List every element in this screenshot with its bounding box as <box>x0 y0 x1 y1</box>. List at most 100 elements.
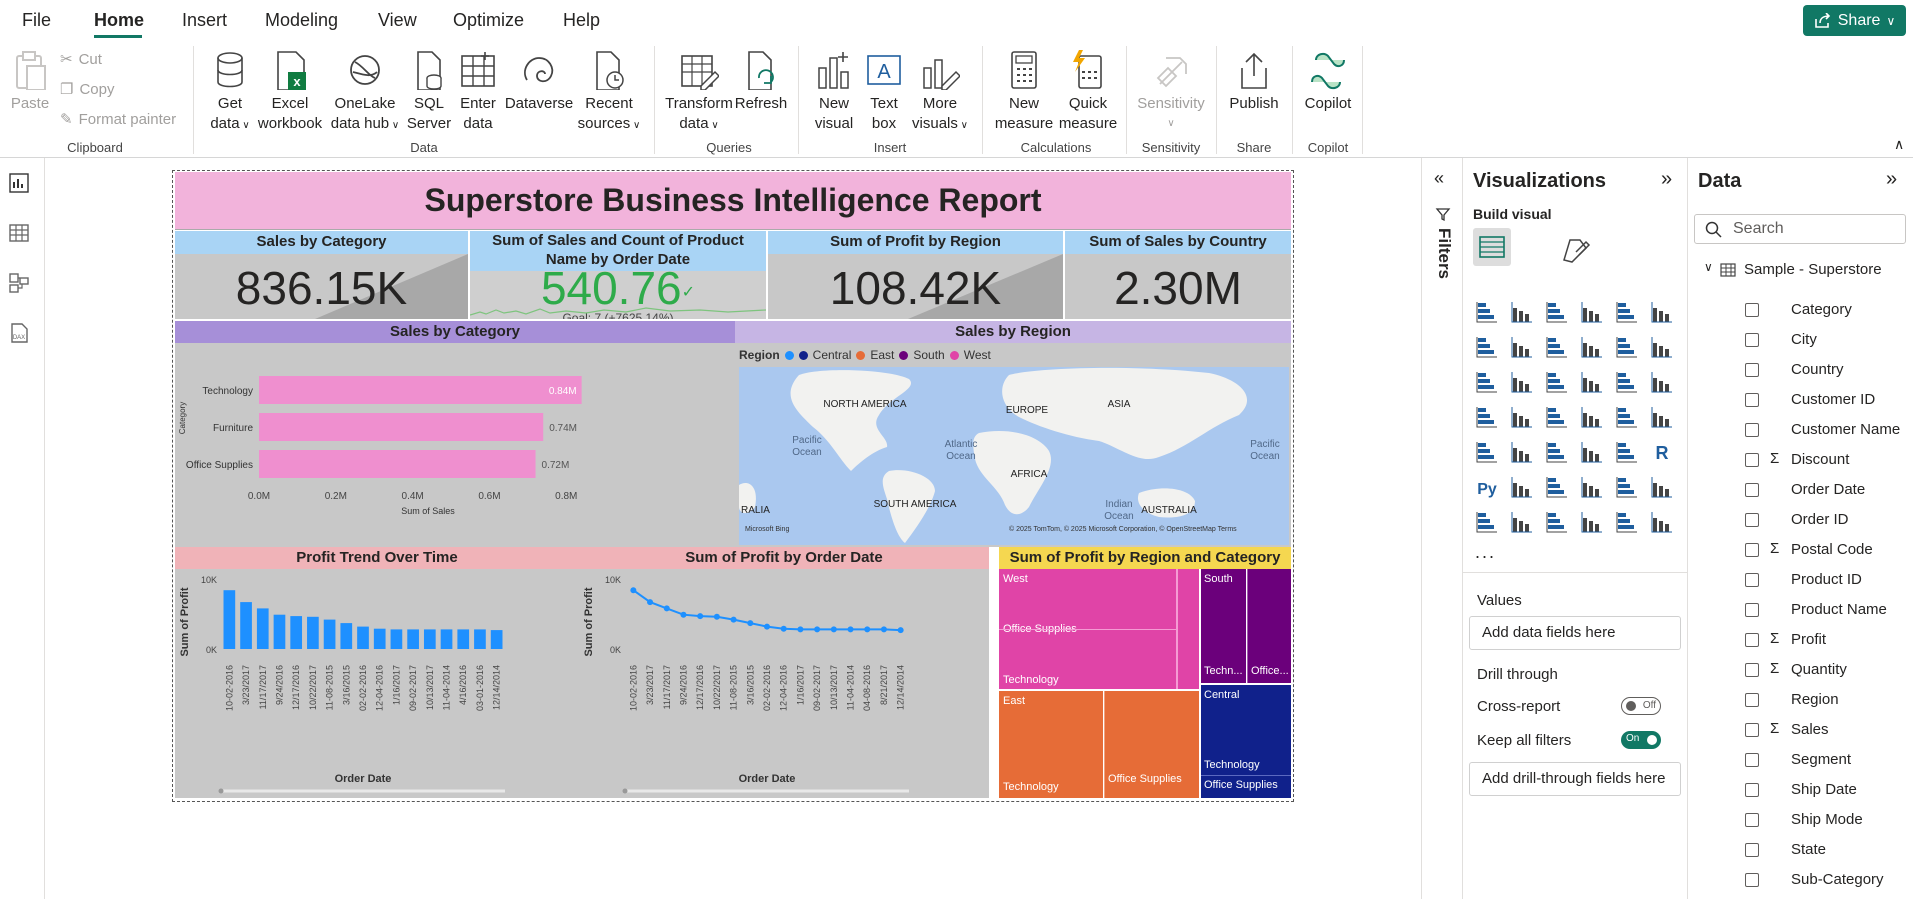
profit-point[interactable] <box>797 626 804 633</box>
100-column-icon[interactable] <box>1650 300 1674 324</box>
profit-bar[interactable] <box>340 623 353 649</box>
transform-data-button[interactable]: Transform data ∨ <box>664 50 734 136</box>
kpi-card-profit-by-region[interactable]: Sum of Profit by Region 108.42K <box>768 231 1063 319</box>
field-state[interactable]: State <box>1688 836 1913 866</box>
more-visuals-ellipsis[interactable]: ... <box>1475 542 1496 563</box>
field-category[interactable]: Category <box>1688 296 1913 326</box>
profit-point[interactable] <box>747 620 754 627</box>
stacked-bar-icon[interactable] <box>1475 300 1499 324</box>
field-checkbox[interactable] <box>1745 753 1759 767</box>
menu-file[interactable]: File <box>22 10 51 31</box>
profit-point[interactable] <box>880 626 887 633</box>
field-checkbox[interactable] <box>1745 813 1759 827</box>
report-view-icon[interactable] <box>8 172 30 194</box>
field-profit[interactable]: Σ Profit <box>1688 626 1913 656</box>
funnel-icon[interactable] <box>1545 370 1569 394</box>
build-visual-tab[interactable] <box>1473 228 1511 266</box>
profit-bar[interactable] <box>256 608 269 649</box>
scatter-icon[interactable] <box>1580 370 1604 394</box>
copy-button[interactable]: ❐ Copy <box>60 80 114 99</box>
dax-query-view-icon[interactable]: DAX <box>8 322 30 344</box>
waterfall-icon[interactable] <box>1510 370 1534 394</box>
profit-bar[interactable] <box>290 616 303 649</box>
treemap-icon[interactable] <box>1475 405 1499 429</box>
values-well[interactable]: Add data fields here <box>1469 616 1681 650</box>
field-checkbox[interactable] <box>1745 453 1759 467</box>
field-checkbox[interactable] <box>1745 483 1759 497</box>
menu-modeling[interactable]: Modeling <box>265 10 338 31</box>
treemap-tile-south[interactable]: South Techn... <box>1201 569 1246 683</box>
treemap-tile-west-furniture[interactable] <box>1177 569 1199 689</box>
field-checkbox[interactable] <box>1745 633 1759 647</box>
treemap-tile-central[interactable]: Central Technology Office Supplies <box>1201 685 1291 798</box>
profit-bar[interactable] <box>323 619 336 649</box>
more-visuals-button[interactable]: More visuals ∨ <box>908 50 972 136</box>
menu-help[interactable]: Help <box>563 10 600 31</box>
field-product-name[interactable]: Product Name <box>1688 596 1913 626</box>
dataverse-button[interactable]: Dataverse <box>502 50 576 114</box>
ribbon-chart-icon[interactable] <box>1475 370 1499 394</box>
clustered-bar-icon[interactable] <box>1545 300 1569 324</box>
field-checkbox[interactable] <box>1745 393 1759 407</box>
power-automate-icon[interactable] <box>1545 510 1569 534</box>
treemap-tile-east-office[interactable]: Office Supplies <box>1104 691 1199 798</box>
decomposition-tree-icon[interactable] <box>1545 475 1569 499</box>
field-checkbox[interactable] <box>1745 333 1759 347</box>
kpi-card-sales-by-country[interactable]: Sum of Sales by Country 2.30M <box>1065 231 1291 319</box>
search-input[interactable]: Search <box>1733 220 1784 238</box>
field-checkbox[interactable] <box>1745 843 1759 857</box>
sensitivity-button[interactable]: Sensitivity ∨ <box>1130 50 1212 134</box>
text-box-button[interactable]: A Text box <box>860 50 908 134</box>
profit-bar[interactable] <box>373 628 386 649</box>
profit-bar[interactable] <box>407 629 419 649</box>
field-checkbox[interactable] <box>1745 303 1759 317</box>
field-discount[interactable]: Σ Discount <box>1688 446 1913 476</box>
field-checkbox[interactable] <box>1745 513 1759 527</box>
r-visual-icon[interactable]: R <box>1650 440 1674 464</box>
goals-icon[interactable] <box>1650 475 1674 499</box>
key-influencers-icon[interactable] <box>1510 475 1534 499</box>
cut-button[interactable]: ✂ Cut <box>60 50 102 69</box>
area-chart-icon[interactable] <box>1510 335 1534 359</box>
copilot-button[interactable]: Copilot <box>1298 50 1358 114</box>
recent-sources-button[interactable]: Recent sources ∨ <box>576 50 642 136</box>
diamond-icon[interactable] <box>1615 510 1639 534</box>
profit-point[interactable] <box>897 627 904 634</box>
expand-right-icon[interactable]: » <box>1886 168 1897 191</box>
field-checkbox[interactable] <box>1745 543 1759 557</box>
kpi-card-sales-by-category[interactable]: Sales by Category 836.15K <box>175 231 468 319</box>
profit-bar[interactable] <box>273 614 286 649</box>
profit-point[interactable] <box>730 616 737 623</box>
enter-data-button[interactable]: Enter data <box>454 50 502 134</box>
pie-icon[interactable] <box>1615 370 1639 394</box>
profit-bar[interactable] <box>440 629 453 649</box>
get-data-button[interactable]: Get data ∨ <box>205 50 255 136</box>
field-quantity[interactable]: Σ Quantity <box>1688 656 1913 686</box>
keep-filters-toggle[interactable]: On <box>1621 731 1661 749</box>
quick-measure-button[interactable]: Quick measure <box>1056 50 1120 134</box>
share-button[interactable]: Share ∨ <box>1803 5 1906 36</box>
slicer-icon[interactable] <box>1545 440 1569 464</box>
stacked-area-icon[interactable] <box>1545 335 1569 359</box>
profit-point[interactable] <box>780 625 787 632</box>
donut-icon[interactable] <box>1650 370 1674 394</box>
treemap-tile-south-office[interactable]: Office... <box>1247 569 1291 683</box>
profit-bar[interactable] <box>240 602 252 649</box>
paste-button[interactable]: Paste <box>10 50 50 114</box>
field-customer-id[interactable]: Customer ID <box>1688 386 1913 416</box>
line-chart-icon[interactable] <box>1475 335 1499 359</box>
narrative-icon[interactable] <box>1615 475 1639 499</box>
gauge-icon[interactable] <box>1615 405 1639 429</box>
field-order-id[interactable]: Order ID <box>1688 506 1913 536</box>
field-checkbox[interactable] <box>1745 873 1759 887</box>
table-node[interactable]: ∨ Sample - Superstore <box>1704 260 1904 284</box>
stacked-column-icon[interactable] <box>1510 300 1534 324</box>
menu-optimize[interactable]: Optimize <box>453 10 524 31</box>
azure-map-icon[interactable] <box>1580 405 1604 429</box>
profit-trend-chart[interactable]: 10K 0K Sum of Profit 10-02-2016 3/23/2017 11/… <box>175 569 579 798</box>
search-box[interactable]: Search <box>1694 214 1906 244</box>
field-checkbox[interactable] <box>1745 573 1759 587</box>
treemap-tile-east[interactable]: East Technology <box>999 691 1103 798</box>
format-visual-icon[interactable] <box>1558 232 1592 266</box>
power-apps-icon[interactable] <box>1510 510 1534 534</box>
